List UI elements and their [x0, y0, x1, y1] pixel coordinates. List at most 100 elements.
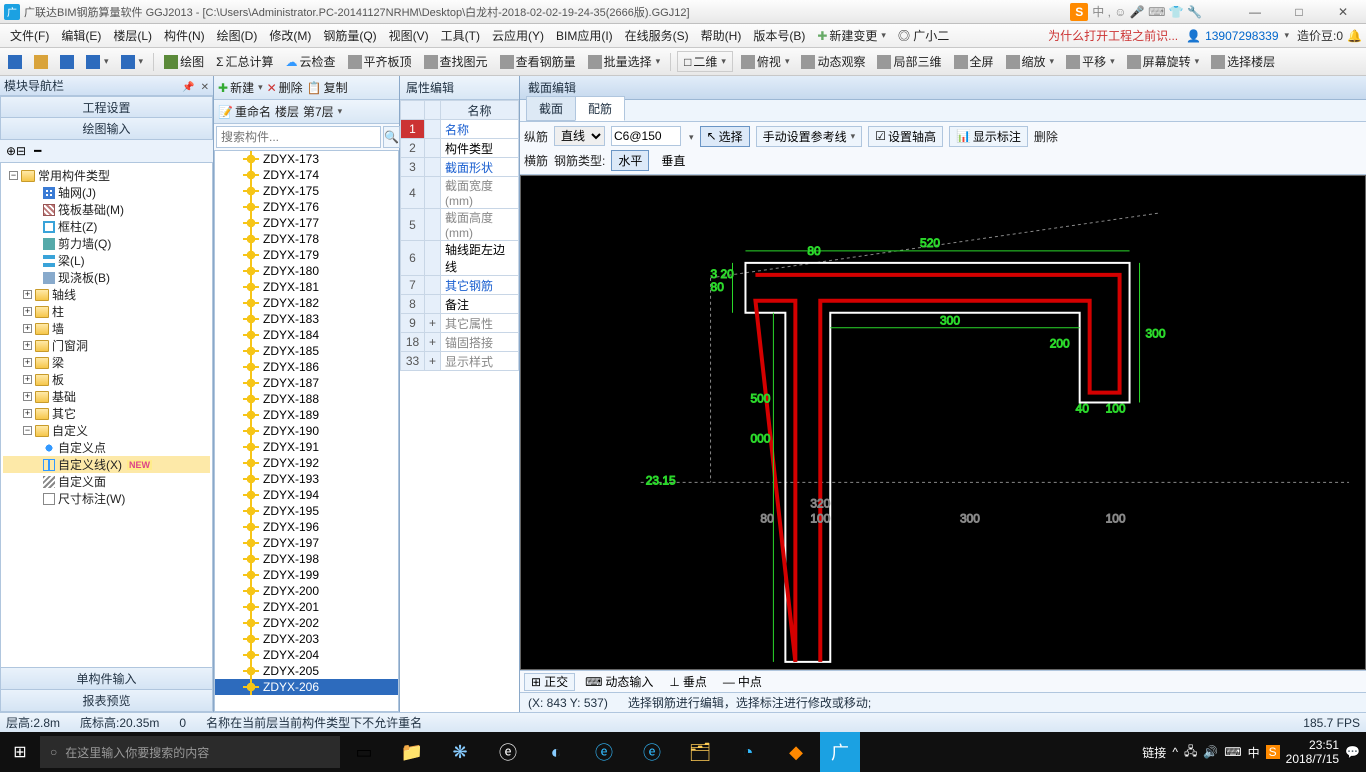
property-row[interactable]: 9+其它属性	[401, 314, 519, 333]
property-row[interactable]: 2构件类型	[401, 139, 519, 158]
taskbar-search[interactable]: ○ 在这里输入你要搜索的内容	[40, 736, 340, 768]
single-input-header[interactable]: 单构件输入	[0, 668, 213, 690]
component-item[interactable]: ZDYX-176	[215, 199, 398, 215]
explorer-icon[interactable]: 🗂	[676, 732, 724, 772]
tray-ime-icon[interactable]: 中	[1248, 744, 1260, 761]
tree-row[interactable]: 筏板基础(M)	[3, 201, 210, 218]
report-preview-header[interactable]: 报表预览	[0, 690, 213, 712]
tree-row[interactable]: + 梁	[3, 354, 210, 371]
dyn-input-button[interactable]: ⌨ 动态输入	[579, 673, 659, 691]
property-row[interactable]: 7其它钢筋	[401, 276, 519, 295]
component-item[interactable]: ZDYX-183	[215, 311, 398, 327]
property-grid[interactable]: 名称1名称2构件类型3截面形状4截面宽度(mm)5截面高度(mm)6轴线距左边线…	[400, 100, 519, 371]
set-axis-button[interactable]: ☑ 设置轴高	[868, 126, 943, 147]
vert-button[interactable]: 垂直	[655, 151, 691, 170]
component-item[interactable]: ZDYX-173	[215, 151, 398, 167]
component-item[interactable]: ZDYX-195	[215, 503, 398, 519]
component-item[interactable]: ZDYX-205	[215, 663, 398, 679]
spec-input[interactable]	[611, 126, 681, 146]
menu-item[interactable]: 绘图(D)	[211, 27, 264, 45]
select-tool-button[interactable]: ↖ 选择	[700, 126, 750, 147]
minimize-button[interactable]: —	[1242, 5, 1268, 19]
tree-row[interactable]: + 其它	[3, 405, 210, 422]
flat-top-button[interactable]: 平齐板顶	[344, 52, 416, 71]
expand-all-icon[interactable]: ⊕⊟	[6, 144, 26, 158]
new-file-button[interactable]	[4, 54, 26, 70]
component-item[interactable]: ZDYX-197	[215, 535, 398, 551]
tree-row[interactable]: + 基础	[3, 388, 210, 405]
component-item[interactable]: ZDYX-188	[215, 391, 398, 407]
menu-item[interactable]: 修改(M)	[263, 27, 317, 45]
mid-snap-button[interactable]: — 中点	[717, 673, 768, 691]
pin-icon[interactable]	[182, 79, 194, 93]
find-button[interactable]: 查找图元	[420, 52, 492, 71]
copy-component-button[interactable]: 📋复制	[307, 79, 348, 96]
rename-button[interactable]: 📝重命名	[218, 103, 271, 120]
component-item[interactable]: ZDYX-194	[215, 487, 398, 503]
component-item[interactable]: ZDYX-198	[215, 551, 398, 567]
tree-row[interactable]: 自定义线(X)NEW	[3, 456, 210, 473]
top-view-button[interactable]: 俯视	[737, 52, 794, 71]
component-item[interactable]: ZDYX-177	[215, 215, 398, 231]
menu-item[interactable]: 编辑(E)	[55, 27, 107, 45]
menu-item[interactable]: 帮助(H)	[695, 27, 748, 45]
component-item[interactable]: ZDYX-200	[215, 583, 398, 599]
redo-button[interactable]	[117, 54, 148, 70]
menu-item[interactable]: 工具(T)	[435, 27, 486, 45]
property-row[interactable]: 33+显示样式	[401, 352, 519, 371]
nav-tree[interactable]: − 常用构件类型 轴网(J) 筏板基础(M) 框柱(Z) 剪力墙(Q) 梁(L)…	[0, 162, 213, 668]
draw-input-header[interactable]: 绘图输入	[0, 118, 213, 140]
tree-row[interactable]: + 轴线	[3, 286, 210, 303]
tree-row[interactable]: 自定义面	[3, 473, 210, 490]
batch-select-button[interactable]: 批量选择	[584, 52, 665, 71]
open-file-button[interactable]	[30, 54, 52, 70]
component-item[interactable]: ZDYX-189	[215, 407, 398, 423]
rotate-button[interactable]: 屏幕旋转	[1123, 52, 1204, 71]
component-item[interactable]: ZDYX-179	[215, 247, 398, 263]
user-small[interactable]: ◎ 广小二	[892, 25, 955, 46]
component-item[interactable]: ZDYX-203	[215, 631, 398, 647]
property-row[interactable]: 8备注	[401, 295, 519, 314]
property-row[interactable]: 1名称	[401, 120, 519, 139]
collapse-all-icon[interactable]: ━	[34, 144, 41, 158]
dyn-orbit-button[interactable]: 动态观察	[797, 52, 869, 71]
task-view-icon[interactable]: ▭	[340, 732, 388, 772]
app-icon-5[interactable]: ◆	[772, 732, 820, 772]
tree-row[interactable]: − 常用构件类型	[3, 167, 210, 184]
component-item[interactable]: ZDYX-204	[215, 647, 398, 663]
menu-item[interactable]: BIM应用(I)	[550, 27, 619, 45]
menu-item[interactable]: 在线服务(S)	[619, 27, 695, 45]
search-button[interactable]: 🔍	[383, 126, 400, 148]
pan-button[interactable]: 平移	[1062, 52, 1119, 71]
menu-item[interactable]: 构件(N)	[158, 27, 211, 45]
close-button[interactable]: ✕	[1330, 5, 1356, 19]
component-item[interactable]: ZDYX-199	[215, 567, 398, 583]
tree-row[interactable]: 尺寸标注(W)	[3, 490, 210, 507]
tree-row[interactable]: 梁(L)	[3, 252, 210, 269]
component-item[interactable]: ZDYX-192	[215, 455, 398, 471]
notification-icon[interactable]: 💬	[1345, 745, 1360, 759]
tree-row[interactable]: 框柱(Z)	[3, 218, 210, 235]
line-type-select[interactable]: 直线	[554, 126, 605, 146]
start-button[interactable]: ⊞	[0, 732, 40, 772]
project-settings-header[interactable]: 工程设置	[0, 96, 213, 118]
tree-row[interactable]: 轴网(J)	[3, 184, 210, 201]
component-item[interactable]: ZDYX-193	[215, 471, 398, 487]
component-item[interactable]: ZDYX-181	[215, 279, 398, 295]
draw-button[interactable]: 绘图	[160, 52, 208, 71]
menu-item[interactable]: 云应用(Y)	[486, 27, 550, 45]
tray-net-icon[interactable]: 🖧	[1184, 742, 1197, 763]
app-icon-1[interactable]: 📁	[388, 732, 436, 772]
cost-beans[interactable]: 造价豆:0	[1297, 27, 1362, 44]
perp-snap-button[interactable]: ⊥ 垂点	[663, 673, 712, 691]
cloud-check-button[interactable]: ☁云检查	[282, 52, 340, 71]
new-change-menu[interactable]: 新建变更	[811, 25, 892, 46]
nav-close-icon[interactable]	[195, 79, 209, 93]
ortho-button[interactable]: ⊞ 正交	[524, 673, 575, 691]
link-tray[interactable]: 链接	[1142, 744, 1166, 761]
property-row[interactable]: 4截面宽度(mm)	[401, 177, 519, 209]
ie-icon[interactable]: ⓔ	[628, 732, 676, 772]
component-item[interactable]: ZDYX-185	[215, 343, 398, 359]
tree-row[interactable]: − 自定义	[3, 422, 210, 439]
select-floor-button[interactable]: 选择楼层	[1207, 52, 1279, 71]
